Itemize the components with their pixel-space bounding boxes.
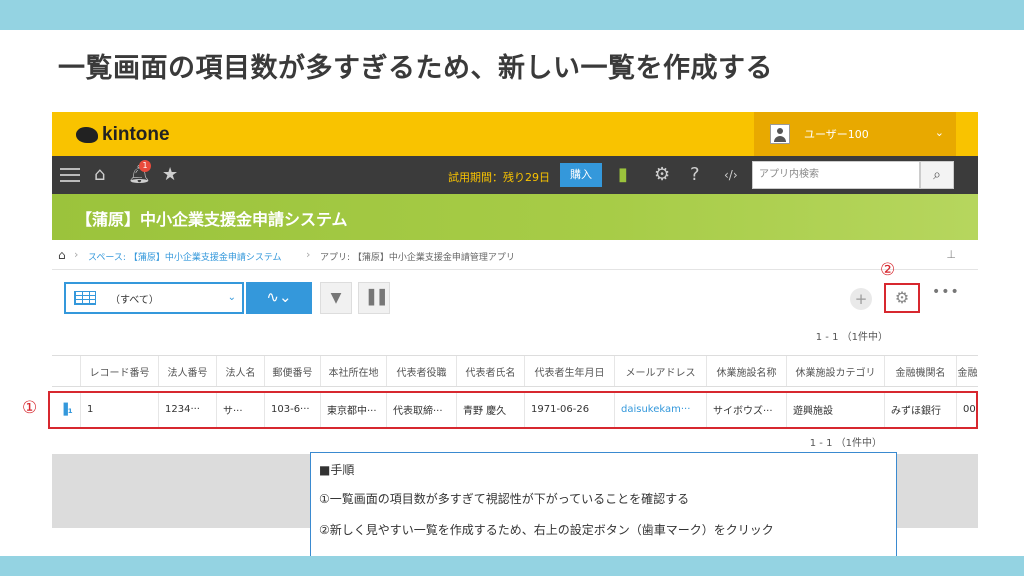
header-cell: [52, 356, 80, 386]
annotation-marker-1: ①: [22, 398, 38, 418]
header-cell[interactable]: 代表者生年月日: [524, 356, 614, 386]
filter-icon: ▼: [330, 290, 342, 306]
view-selector-label: （すべて）: [110, 294, 159, 306]
chevron-down-icon: ⌄: [227, 292, 236, 303]
top-decorative-band: [0, 0, 1024, 30]
buy-button[interactable]: 購入: [560, 163, 602, 187]
trial-period-text: 試用期間：残り29日: [448, 171, 550, 184]
kintone-header: kintone ユーザー100 ⌄: [52, 112, 978, 156]
note-heading: ■手順: [319, 463, 355, 477]
add-record-button[interactable]: +: [850, 288, 872, 310]
record-count-top: 1 - 1 （1件中）: [815, 332, 888, 343]
bar-chart-icon: ▐▐: [363, 290, 385, 306]
instruction-note: ■手順 ①一覧画面の項目数が多すぎて視認性が下がっていることを確認する ②新しく…: [310, 452, 897, 562]
app-settings-button[interactable]: ⚙: [884, 283, 920, 313]
app-banner: 【蒲原】中小企業支援金申請システム: [52, 194, 978, 240]
breadcrumb-separator: ›: [306, 248, 311, 261]
slide-title: 一覧画面の項目数が多すぎるため、新しい一覧を作成する: [58, 53, 773, 84]
breadcrumb-app[interactable]: アプリ: 【蒲原】中小企業支援金申請管理アプリ: [320, 250, 515, 263]
notification-badge: 1: [139, 160, 151, 172]
settings-gear-icon[interactable]: ⚙: [654, 164, 670, 186]
app-search-input[interactable]: アプリ内検索: [752, 161, 920, 189]
note-step-1: ①一覧画面の項目数が多すぎて視認性が下がっていることを確認する: [319, 492, 690, 506]
breadcrumb: ⌂ › スペース: 【蒲原】中小企業支援金申請システム › アプリ: 【蒲原】中…: [52, 240, 978, 270]
header-cell[interactable]: 代表者氏名: [456, 356, 524, 386]
graph-icon: ∿⌄: [266, 288, 292, 306]
header-cell[interactable]: 法人名: [216, 356, 264, 386]
view-toolbar: （すべて） ⌄ ∿⌄ ▼ ▐▐ + ⚙ ••• 1 - 1 （1件中）: [52, 270, 978, 350]
filter-button[interactable]: ▼: [320, 282, 352, 314]
user-name: ユーザー100: [804, 128, 869, 141]
kintone-logo[interactable]: kintone: [76, 124, 170, 146]
breadcrumb-separator: ›: [74, 248, 79, 261]
record-count-bottom: 1 - 1 （1件中）: [809, 438, 882, 449]
guide-icon[interactable]: ▮: [618, 164, 628, 186]
kintone-logo-icon: [76, 127, 98, 143]
global-nav-bar: ⌂ 🔔︎ 1 ★ 試用期間：残り29日 購入 ▮ ⚙ ? ‹/› アプリ内検索 …: [52, 156, 978, 194]
menu-icon[interactable]: [60, 168, 80, 186]
code-icon[interactable]: ‹/›: [724, 164, 738, 186]
pin-icon[interactable]: ⊥: [946, 248, 956, 261]
bottom-decorative-band: [0, 556, 1024, 576]
search-icon[interactable]: ⌕: [920, 161, 954, 189]
chart-button[interactable]: ▐▐: [358, 282, 390, 314]
user-avatar-icon: [770, 124, 790, 144]
annotation-marker-2: ②: [880, 260, 896, 280]
header-cell[interactable]: 郵便番号: [264, 356, 320, 386]
more-options-icon[interactable]: •••: [932, 284, 960, 300]
header-cell[interactable]: 休業施設名称: [706, 356, 786, 386]
star-icon[interactable]: ★: [162, 164, 178, 186]
row-highlight-box: [48, 391, 978, 429]
table-view-icon: [74, 291, 96, 305]
header-cell[interactable]: レコード番号: [80, 356, 158, 386]
home-icon[interactable]: ⌂: [58, 248, 66, 262]
graph-button[interactable]: ∿⌄: [246, 282, 312, 314]
header-cell[interactable]: 金融機関名: [884, 356, 956, 386]
user-menu[interactable]: ユーザー100 ⌄: [754, 112, 956, 156]
header-cell[interactable]: 金融: [956, 356, 978, 386]
header-cell[interactable]: メールアドレス: [614, 356, 706, 386]
app-title: 【蒲原】中小企業支援金申請システム: [76, 210, 348, 229]
header-cell[interactable]: 法人番号: [158, 356, 216, 386]
chevron-down-icon: ⌄: [934, 126, 944, 139]
header-cell[interactable]: 休業施設カテゴリ: [786, 356, 884, 386]
help-icon[interactable]: ?: [690, 164, 700, 186]
breadcrumb-space[interactable]: スペース: 【蒲原】中小企業支援金申請システム: [88, 250, 282, 263]
header-cell[interactable]: 代表者役職: [386, 356, 456, 386]
gear-icon: ⚙: [894, 288, 910, 307]
home-icon[interactable]: ⌂: [94, 164, 105, 186]
table-header: レコード番号 法人番号 法人名 郵便番号 本社所在地 代表者役職 代表者氏名 代…: [52, 355, 978, 387]
kintone-logo-text: kintone: [102, 124, 170, 145]
note-step-2: ②新しく見やすい一覧を作成するため、右上の設定ボタン（歯車マーク）をクリック: [319, 523, 774, 537]
plus-icon: +: [854, 290, 868, 308]
view-selector[interactable]: （すべて） ⌄: [64, 282, 244, 314]
header-cell[interactable]: 本社所在地: [320, 356, 386, 386]
